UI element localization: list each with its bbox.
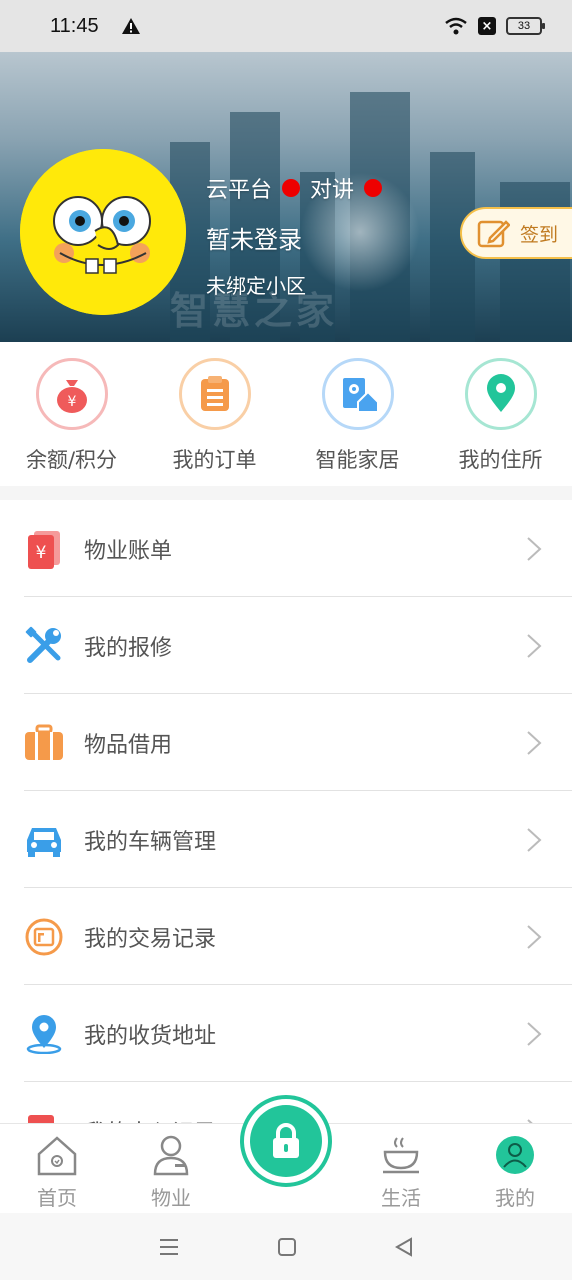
platform-label: 云平台 [206,178,273,203]
access-record-icon [24,1111,64,1123]
battery-icon: 33 [506,17,545,35]
tab-label: 物业 [151,1186,191,1210]
property-person-icon [153,1135,189,1176]
quick-label: 我的订单 [172,448,257,472]
clipboard-icon [178,358,251,430]
smart-home-icon [321,358,394,430]
home-square-icon[interactable] [277,1237,297,1257]
transaction-icon [24,917,64,957]
tab-home[interactable]: 首页 [0,1124,114,1213]
sponge-avatar-icon [20,149,186,315]
profile-header: 智慧之家 云平台 对讲 暂未登录 未绑定小区 签到 [0,52,572,342]
menu-item-transaction-records[interactable]: 我的交易记录 [0,888,572,985]
wifi-icon [445,17,467,35]
profile-icon [496,1136,534,1174]
quick-smart-home[interactable]: 智能家居 [286,342,429,486]
quick-label: 智能家居 [315,448,400,472]
battery-level: 33 [517,20,531,32]
menu-label: 物业账单 [84,538,173,564]
tab-life[interactable]: 生活 [344,1124,458,1213]
unlock-button-inner [250,1105,322,1177]
menu-lines-icon[interactable] [158,1237,180,1257]
platform-status-dot [282,179,301,197]
edit-pencil-icon [477,220,510,248]
luggage-icon [24,723,64,763]
lock-icon [273,1123,299,1158]
address-pin-icon [24,1014,64,1054]
status-time: 11:45 [50,14,99,37]
intercom-label: 对讲 [310,178,355,203]
car-icon [24,820,64,860]
signin-button[interactable]: 签到 [460,207,572,259]
coffee-cup-icon [383,1137,419,1174]
login-status[interactable]: 暂未登录 [206,220,302,255]
menu-label: 我的收货地址 [84,1023,217,1049]
chevron-right-icon [527,634,542,658]
tab-label: 生活 [381,1186,421,1210]
chevron-right-icon [527,925,542,949]
status-bar: 11:45 × 33 [0,0,572,52]
quick-label: 我的住所 [458,448,543,472]
quick-my-residence[interactable]: 我的住所 [429,342,572,486]
menu-item-my-repairs[interactable]: 我的报修 [0,597,572,694]
no-sim-icon: × [478,17,496,35]
chevron-right-icon [527,731,542,755]
svg-text:¥: ¥ [36,543,47,563]
chevron-right-icon [527,1022,542,1046]
tab-mine[interactable]: 我的 [458,1124,572,1213]
quick-balance-points[interactable]: ¥ 余额/积分 [0,342,143,486]
home-icon [37,1136,77,1176]
menu-label: 我的交易记录 [84,926,217,952]
signin-label: 签到 [520,223,559,246]
community-status: 未绑定小区 [206,274,306,298]
menu-label: 我的报修 [84,635,173,661]
menu-list: ¥ 物业账单 我的报修 物品借用 我的车辆管理 我的交易记录 我的收货地址 [0,500,572,1123]
avatar[interactable] [20,149,186,315]
svg-text:¥: ¥ [67,394,76,410]
unlock-door-button[interactable] [240,1095,332,1187]
menu-item-property-bill[interactable]: ¥ 物业账单 [0,500,572,597]
bill-icon: ¥ [24,529,64,569]
intercom-status-dot [364,179,383,197]
warning-icon [121,18,140,34]
quick-label: 余额/积分 [25,448,118,472]
tab-property[interactable]: 物业 [114,1124,228,1213]
menu-item-item-borrowing[interactable]: 物品借用 [0,694,572,791]
quick-my-orders[interactable]: 我的订单 [143,342,286,486]
menu-item-vehicle-management[interactable]: 我的车辆管理 [0,791,572,888]
bg-building [500,182,570,342]
menu-label: 物品借用 [84,732,173,758]
back-triangle-icon[interactable] [394,1236,414,1257]
chevron-right-icon [527,828,542,852]
tab-label: 首页 [37,1186,77,1210]
system-nav-bar [0,1213,572,1280]
chevron-right-icon [527,537,542,561]
tab-label: 我的 [495,1186,535,1210]
quick-actions: ¥ 余额/积分 我的订单 智能家居 我的住所 [0,342,572,486]
location-pin-icon [464,358,537,430]
menu-item-shipping-address[interactable]: 我的收货地址 [0,985,572,1082]
menu-label: 我的出入记录 [84,1115,216,1124]
repair-tools-icon [24,626,64,666]
menu-label: 我的车辆管理 [84,829,217,855]
money-bag-icon: ¥ [35,358,108,430]
connection-status: 云平台 对讲 [206,172,392,204]
